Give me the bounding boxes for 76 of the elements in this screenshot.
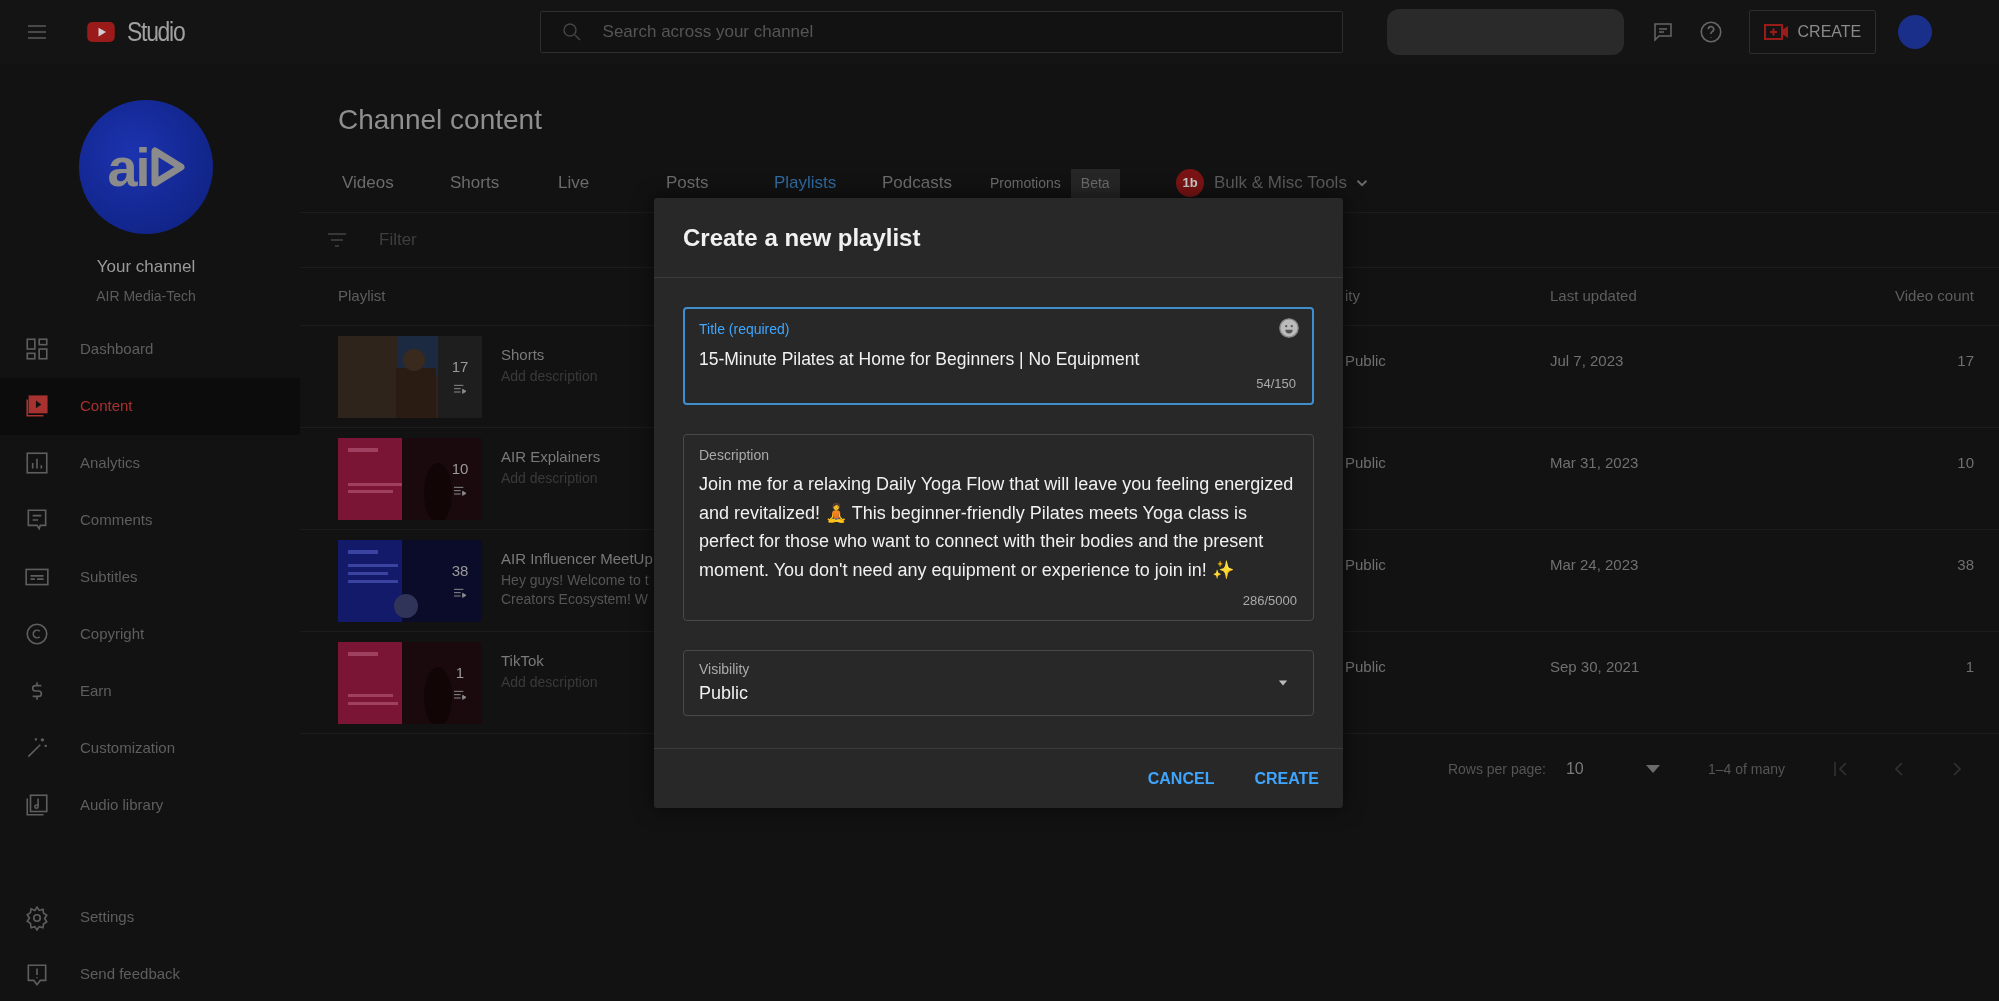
logo-text: Studio [127, 15, 185, 49]
sidebar-item[interactable]: Comments [0, 491, 300, 549]
visibility-dropdown[interactable]: Visibility Public [683, 650, 1314, 716]
analytics-icon [24, 450, 50, 476]
video-count: 38 [451, 560, 469, 581]
dialog-title: Create a new playlist [683, 222, 921, 253]
sidebar-item[interactable]: Customization [0, 719, 300, 777]
video-count: 17 [451, 356, 469, 377]
column-header: Video count [1894, 286, 1974, 307]
title-field[interactable]: Title (required) 15-Minute Pilates at Home for Beginners | No Equipment 54/150 [683, 307, 1314, 405]
tab[interactable]: Podcasts [878, 170, 956, 196]
playlist-title[interactable]: TikTok [501, 650, 651, 673]
video-count: 10 [451, 458, 469, 479]
content-icon [24, 393, 50, 419]
playlist-title[interactable]: Shorts [501, 344, 651, 367]
description-field[interactable]: Description Join me for a relaxing Daily Yoga Flow that will leave you feeling energized and revitalized! 🧘 This beginner-friendly Pilates meets Yoga class is perfect for those who want to connect with their bodies and the present moment. You don't need any equipment or experience to join in! ✨ 286/5000 [683, 434, 1314, 621]
sidebar-item[interactable]: Copyright [0, 605, 300, 663]
playlist-title[interactable]: AIR Influencer MeetUp [501, 548, 651, 571]
rows-per-page-dropdown[interactable]: 10 [1565, 757, 1660, 781]
character-counter: 54/150 [1256, 374, 1296, 393]
dialog-button[interactable]: CANCEL [1141, 760, 1221, 797]
video-count: 1 [455, 662, 465, 683]
tab[interactable]: Videos [338, 170, 398, 196]
column-header: Last updated [1550, 286, 1638, 307]
emoji-icon[interactable] [1278, 317, 1300, 339]
extension-logo: 1b [1176, 169, 1204, 197]
video-plus-icon [1763, 22, 1790, 42]
tab[interactable]: Playlists [770, 170, 841, 196]
sidebar-item[interactable]: Subtitles [0, 548, 300, 606]
avatar-icon[interactable] [1898, 15, 1933, 49]
table-cell-text: 17 [1956, 351, 1974, 371]
playlist-description: Hey guys! Welcome to t [501, 570, 650, 590]
sidebar-item[interactable]: Analytics [0, 434, 300, 492]
playlist-description: Creators Ecosystem! W [501, 589, 650, 609]
page-title: Channel content [338, 106, 543, 134]
channel-label: Your channel [96, 256, 196, 278]
settings-icon [24, 904, 50, 931]
dialog-button[interactable]: CREATE [1248, 760, 1325, 797]
copyright-icon [24, 621, 50, 647]
table-cell-text: 1 [1964, 657, 1974, 677]
help-icon[interactable] [1697, 19, 1724, 45]
table-cell-text: Public [1345, 453, 1387, 473]
table-cell-text: Mar 31, 2023 [1550, 453, 1640, 473]
create-button[interactable]: CREATE [1748, 10, 1877, 54]
tools-dropdown[interactable]: Bulk & Misc Tools [1214, 170, 1371, 196]
beta-badge: Beta [1070, 168, 1120, 198]
table-cell-text: Jul 7, 2023 [1550, 351, 1625, 371]
channel-avatar[interactable]: ai [79, 100, 213, 234]
channel-name: AIR Media-Tech [96, 286, 196, 306]
sidebar-item[interactable]: Send feedback [0, 946, 300, 1001]
search-field[interactable]: Search across your channel [539, 11, 1343, 53]
table-cell-text: Public [1345, 657, 1387, 677]
table-cell-text: 10 [1956, 453, 1974, 473]
caret-icon [1645, 765, 1660, 773]
table-cell-text: Sep 30, 2021 [1550, 657, 1641, 677]
table-cell-text: Public [1345, 351, 1387, 371]
table-cell-text: Public [1345, 555, 1387, 575]
tab[interactable]: Live [554, 170, 594, 196]
playlist-title[interactable]: AIR Explainers [501, 446, 651, 469]
music-icon [24, 792, 50, 818]
tab[interactable]: Posts [662, 170, 713, 196]
sidebar-item[interactable]: Settings [0, 889, 300, 946]
sidebar-item[interactable]: Audio library [0, 776, 300, 834]
dashboard-icon [24, 336, 50, 362]
tab[interactable]: Shorts [446, 170, 504, 196]
table-cell-text: 38 [1956, 555, 1974, 575]
sidebar-item[interactable]: Earn [0, 662, 300, 720]
page-range: 1–4 of many [1707, 759, 1785, 779]
sidebar-item[interactable]: Content [0, 377, 300, 435]
column-header: ity [1345, 286, 1361, 307]
rows-per-page-label: Rows per page: [1447, 759, 1546, 779]
table-cell-text: Mar 24, 2023 [1550, 555, 1640, 575]
character-counter: 286/5000 [1242, 591, 1297, 610]
tab[interactable]: Promotions [986, 172, 1065, 194]
column-header: Playlist [338, 286, 387, 307]
sidebar-item[interactable]: Dashboard [0, 320, 300, 378]
